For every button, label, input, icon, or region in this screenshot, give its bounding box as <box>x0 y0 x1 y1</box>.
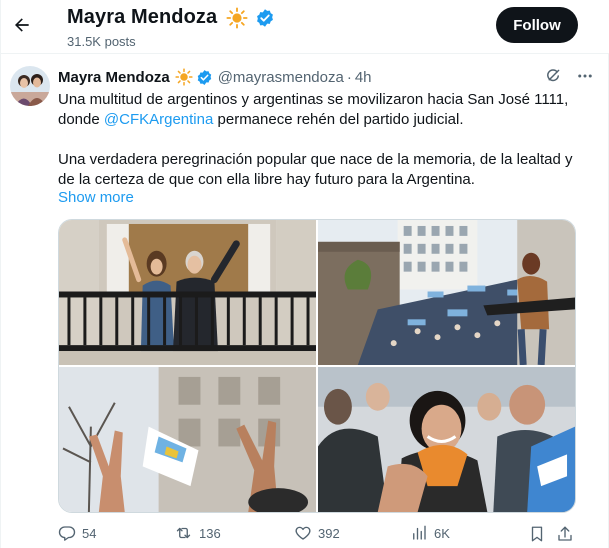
back-button[interactable] <box>7 10 37 40</box>
reply-button[interactable]: 54 <box>58 524 96 542</box>
like-button[interactable]: 392 <box>294 524 340 542</box>
like-count: 392 <box>318 525 340 541</box>
share-icon[interactable] <box>556 525 574 543</box>
profile-header: Mayra Mendoza 31.5K posts Follow <box>1 0 609 54</box>
arrow-left-icon <box>15 18 29 32</box>
tweet-header: Mayra Mendoza @mayrasmendoza · 4h <box>58 67 594 87</box>
sun-emoji-icon <box>226 6 248 29</box>
show-more-link[interactable]: Show more <box>58 189 134 206</box>
tweet-paragraph-2: Una verdadera peregrinación popular que … <box>58 151 573 188</box>
balcony-photo[interactable] <box>59 220 316 365</box>
crowd-photo[interactable] <box>318 220 575 365</box>
follow-button[interactable]: Follow <box>496 7 578 43</box>
views-button[interactable]: 6K <box>410 524 450 542</box>
author-name[interactable]: Mayra Mendoza <box>58 69 170 86</box>
reply-count: 54 <box>82 525 97 541</box>
more-options-icon[interactable] <box>576 67 594 85</box>
grok-icon[interactable] <box>544 67 562 85</box>
embrace-photo[interactable] <box>318 367 575 512</box>
header-title: Mayra Mendoza <box>67 6 275 29</box>
sun-emoji-icon <box>175 68 193 86</box>
media-grid <box>58 219 576 513</box>
mention-link[interactable]: @CFKArgentina <box>104 111 213 128</box>
bookmark-icon[interactable] <box>528 525 546 543</box>
author-handle[interactable]: @mayrasmendoza <box>218 69 344 86</box>
tweet-paragraph-1: Una multitud de argentinos y argentinas … <box>58 90 578 130</box>
raised-hands-photo[interactable] <box>59 367 316 512</box>
reply-icon <box>58 526 76 541</box>
posts-count: 31.5K posts <box>67 34 136 49</box>
avatar[interactable] <box>10 66 50 106</box>
dot-separator: · <box>346 68 352 86</box>
verified-badge-icon[interactable] <box>255 8 275 28</box>
repost-icon <box>176 527 191 539</box>
views-chart-icon <box>413 525 426 540</box>
verified-badge-icon[interactable] <box>196 69 213 86</box>
repost-count: 136 <box>199 525 221 541</box>
tweet-action-bar: 54 136 392 6K <box>58 524 578 546</box>
tweet-text-part: permanece rehén del partido judicial. <box>213 111 464 128</box>
tweet-page: Mayra Mendoza 31.5K posts Follow Mayra M… <box>0 0 609 548</box>
heart-icon <box>295 526 311 540</box>
timestamp[interactable]: 4h <box>355 69 372 86</box>
views-count: 6K <box>434 525 450 541</box>
header-name[interactable]: Mayra Mendoza <box>67 6 217 29</box>
tweet-header-actions <box>544 67 594 85</box>
tweet-text: Una multitud de argentinos y argentinas … <box>58 90 578 190</box>
repost-button[interactable]: 136 <box>174 524 221 542</box>
